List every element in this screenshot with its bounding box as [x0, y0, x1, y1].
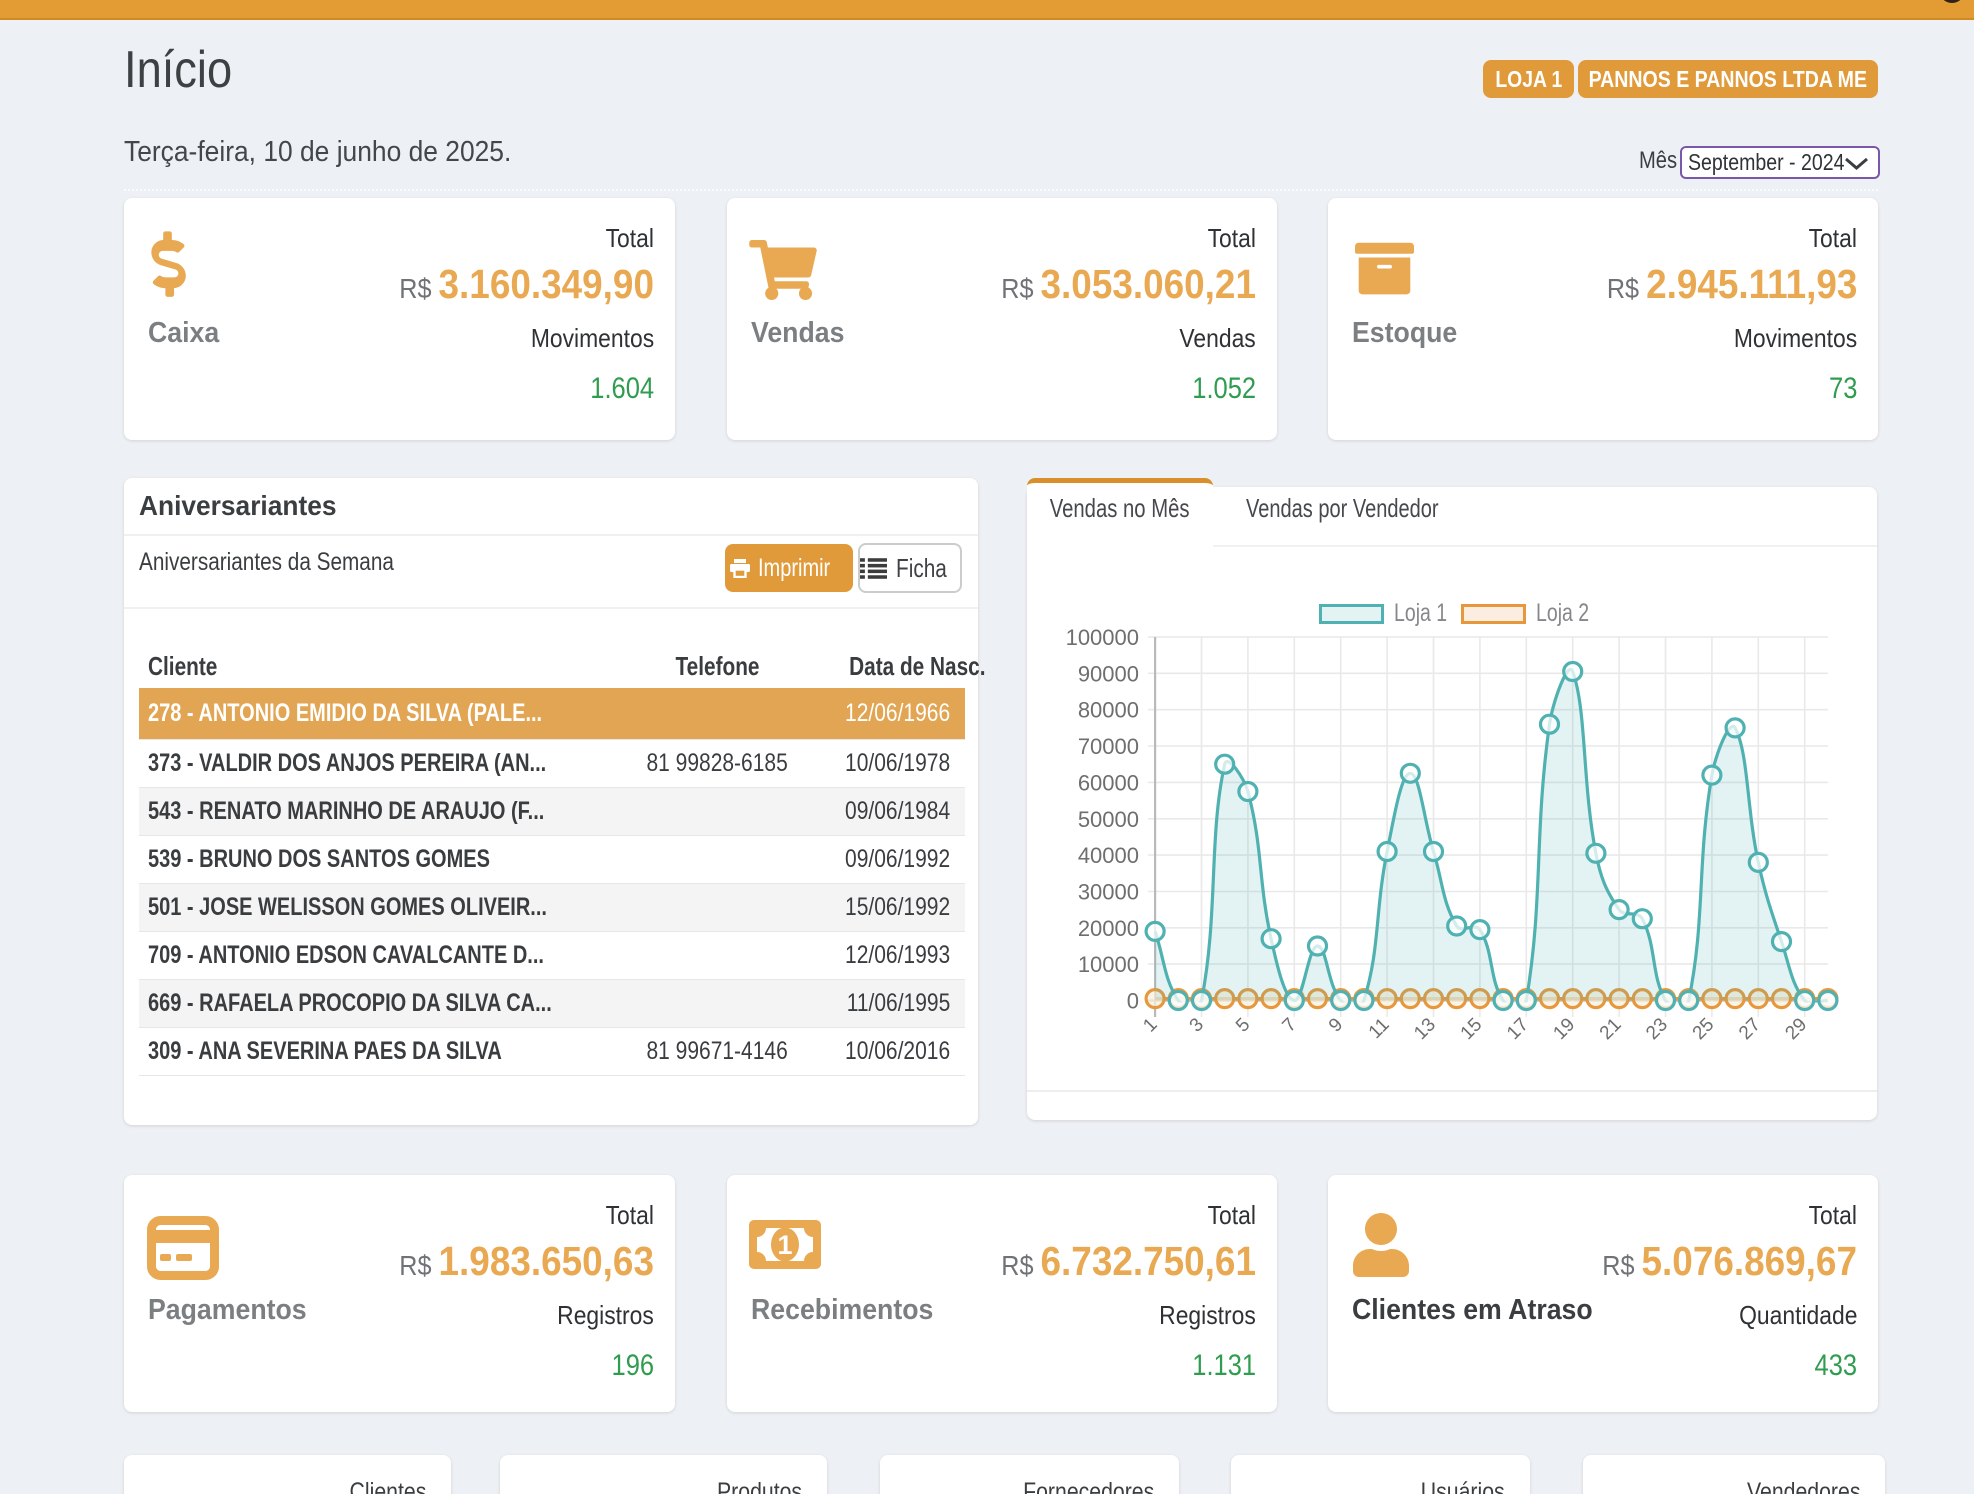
svg-text:90000: 90000	[1078, 661, 1139, 686]
svg-text:60000: 60000	[1078, 770, 1139, 795]
svg-text:17: 17	[1503, 1014, 1533, 1044]
svg-text:9: 9	[1325, 1014, 1347, 1036]
svg-text:1: 1	[777, 1230, 792, 1260]
svg-text:30000: 30000	[1078, 880, 1139, 905]
svg-text:7: 7	[1279, 1014, 1301, 1036]
svg-text:25: 25	[1689, 1014, 1719, 1044]
svg-text:19: 19	[1549, 1014, 1579, 1044]
svg-text:21: 21	[1596, 1014, 1626, 1044]
svg-text:29: 29	[1781, 1014, 1811, 1044]
svg-text:10000: 10000	[1078, 952, 1139, 977]
svg-text:15: 15	[1457, 1014, 1487, 1044]
svg-text:3: 3	[1186, 1014, 1208, 1036]
svg-text:20000: 20000	[1078, 916, 1139, 941]
svg-text:1: 1	[1139, 1014, 1161, 1036]
svg-text:50000: 50000	[1078, 807, 1139, 832]
svg-text:11: 11	[1365, 1014, 1394, 1043]
svg-text:27: 27	[1735, 1014, 1765, 1044]
svg-text:13: 13	[1410, 1014, 1440, 1044]
svg-text:23: 23	[1642, 1014, 1672, 1044]
svg-text:80000: 80000	[1078, 698, 1139, 723]
svg-text:100000: 100000	[1066, 625, 1139, 650]
svg-text:70000: 70000	[1078, 734, 1139, 759]
svg-text:0: 0	[1127, 989, 1139, 1014]
svg-text:5: 5	[1232, 1014, 1254, 1036]
svg-text:40000: 40000	[1078, 843, 1139, 868]
